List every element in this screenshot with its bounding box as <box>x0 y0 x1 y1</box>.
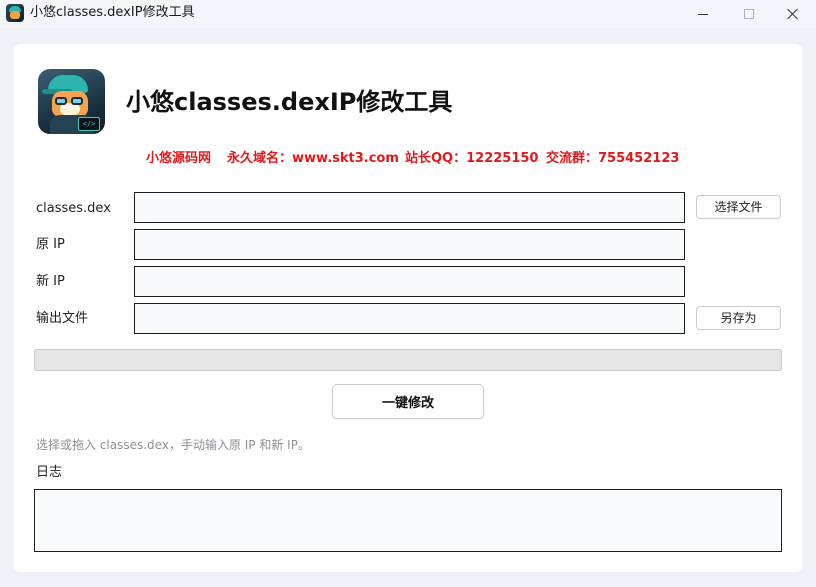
save-as-button[interactable]: 另存为 <box>696 306 781 330</box>
log-label: 日志 <box>36 465 63 480</box>
close-icon <box>787 8 799 20</box>
progress-bar <box>34 349 782 371</box>
minimize-icon <box>698 13 708 15</box>
modify-button[interactable]: 一键修改 <box>332 384 484 419</box>
classes-label: classes.dex <box>36 201 111 216</box>
domain-text: 永久域名：www.skt3.com <box>227 151 399 166</box>
fox-coder-logo-icon: </> <box>38 69 105 134</box>
maximize-button[interactable] <box>726 0 772 28</box>
orig-ip-label: 原 IP <box>36 237 65 252</box>
new-ip-input[interactable] <box>134 266 685 297</box>
close-button[interactable] <box>770 0 816 28</box>
output-file-input[interactable] <box>134 303 685 334</box>
window-title: 小悠classes.dexIP修改工具 <box>30 5 195 20</box>
title-bar: 小悠classes.dexIP修改工具 <box>0 0 816 28</box>
log-textarea[interactable] <box>34 489 782 552</box>
hint-text: 选择或拖入 classes.dex，手动输入原 IP 和新 IP。 <box>36 438 310 452</box>
qq-text: 站长QQ：12225150 <box>405 151 539 166</box>
orig-ip-input[interactable] <box>134 229 685 260</box>
group-text: 交流群：755452123 <box>546 151 680 166</box>
maximize-icon <box>744 9 754 19</box>
app-title: 小悠classes.dexIP修改工具 <box>126 88 453 116</box>
choose-file-button[interactable]: 选择文件 <box>696 195 781 219</box>
output-label: 输出文件 <box>36 311 89 326</box>
app-icon <box>6 4 24 22</box>
site-name: 小悠源码网 <box>146 151 212 166</box>
new-ip-label: 新 IP <box>36 274 65 289</box>
minimize-button[interactable] <box>680 0 726 28</box>
classes-file-input[interactable] <box>134 192 685 223</box>
